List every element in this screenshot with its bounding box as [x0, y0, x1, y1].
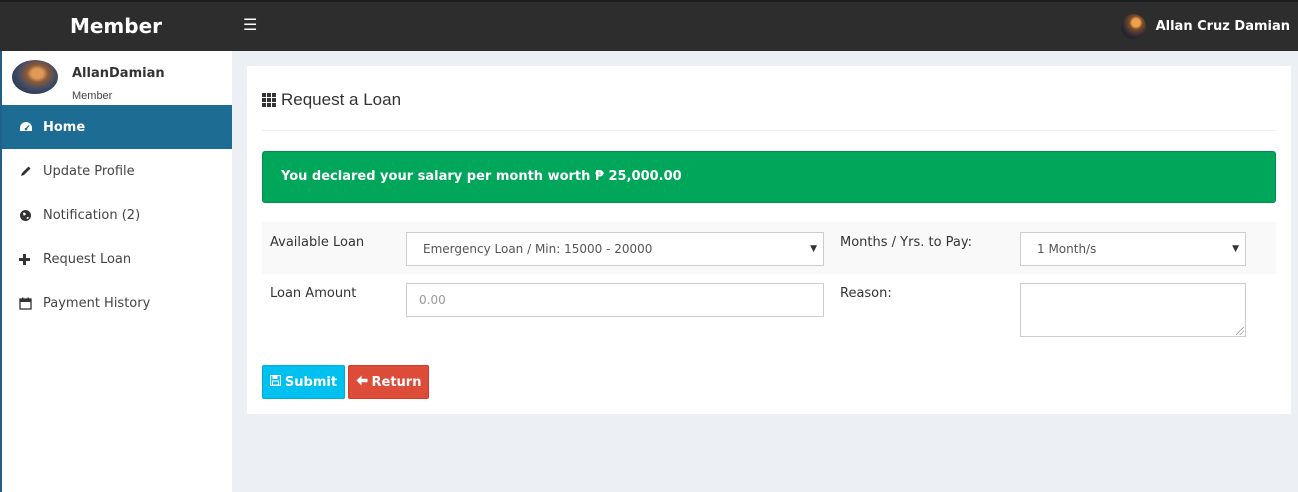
sidebar-item-label: Request Loan [43, 251, 132, 267]
available-loan-select[interactable]: Emergency Loan / Min: 15000 - 20000 ▼ [406, 232, 824, 266]
sidebar-user-role: Member [72, 90, 113, 102]
available-loan-value: Emergency Loan / Min: 15000 - 20000 [423, 242, 653, 256]
arrow-left-icon [356, 375, 368, 389]
user-panel: AllanDamian Member [2, 51, 232, 105]
sidebar-item-label: Update Profile [43, 163, 135, 179]
menu-toggle-icon[interactable]: ☰ [243, 16, 263, 36]
plus-icon [19, 253, 43, 265]
sidebar-item-request-loan[interactable]: Request Loan [2, 237, 232, 281]
chevron-down-icon: ▼ [810, 244, 817, 254]
return-button-label: Return [371, 374, 422, 390]
sidebar-menu: Home Update Profile Notification (2) Req… [2, 105, 232, 325]
top-navbar: Member ☰ Allan Cruz Damian [0, 0, 1298, 51]
sidebar-item-notification[interactable]: Notification (2) [2, 193, 232, 237]
submit-button[interactable]: Submit [262, 365, 345, 399]
months-to-pay-value: 1 Month/s [1037, 242, 1097, 256]
chevron-down-icon: ▼ [1232, 244, 1239, 254]
divider [262, 130, 1276, 131]
save-icon [269, 374, 282, 389]
calendar-icon [19, 297, 43, 310]
sidebar-item-payment-history[interactable]: Payment History [2, 281, 232, 325]
sidebar: AllanDamian Member Home Update Profile N… [0, 51, 232, 492]
sidebar-item-label: Payment History [43, 295, 151, 311]
pencil-icon [19, 165, 43, 178]
submit-button-label: Submit [284, 374, 338, 390]
loan-amount-label: Loan Amount [270, 286, 357, 301]
loan-amount-input[interactable]: 0.00 [406, 283, 824, 317]
available-loan-label: Available Loan [270, 235, 365, 250]
avatar [1120, 13, 1146, 39]
brand-logo[interactable]: Member [0, 2, 232, 51]
globe-icon [19, 209, 43, 222]
dashboard-icon [19, 121, 43, 133]
sidebar-item-label: Notification (2) [43, 207, 141, 223]
page-title: Request a Loan [262, 90, 401, 110]
page-title-text: Request a Loan [281, 90, 402, 109]
months-to-pay-select[interactable]: 1 Month/s ▼ [1020, 232, 1246, 266]
reason-textarea[interactable] [1020, 283, 1246, 337]
sidebar-item-home[interactable]: Home [2, 105, 232, 149]
main-content: Request a Loan You declared your salary … [232, 51, 1298, 492]
resize-handle-icon[interactable] [1236, 327, 1244, 335]
sidebar-user-name: AllanDamian [72, 66, 165, 81]
sidebar-item-update-profile[interactable]: Update Profile [2, 149, 232, 193]
request-loan-box: Request a Loan You declared your salary … [247, 66, 1291, 414]
grid-icon [262, 93, 276, 107]
salary-alert: You declared your salary per month worth… [262, 151, 1276, 203]
user-menu-name: Allan Cruz Damian [1155, 18, 1290, 34]
sidebar-item-label: Home [43, 119, 86, 135]
user-menu[interactable]: Allan Cruz Damian [1120, 13, 1290, 39]
sidebar-avatar [12, 60, 58, 94]
return-button[interactable]: Return [348, 365, 429, 399]
months-to-pay-label: Months / Yrs. to Pay: [840, 235, 973, 250]
reason-label: Reason: [840, 286, 892, 301]
